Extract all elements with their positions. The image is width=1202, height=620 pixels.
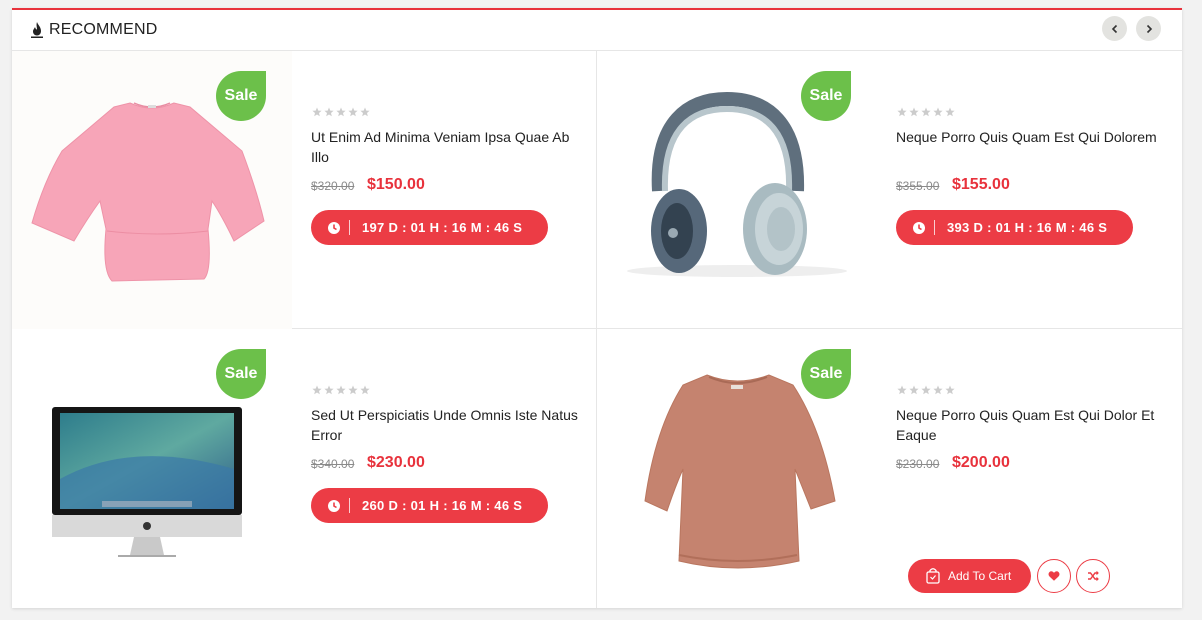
sale-badge: Sale (216, 349, 266, 399)
star-icon (921, 385, 931, 395)
star-icon (909, 107, 919, 117)
star-icon (348, 385, 358, 395)
star-icon (897, 107, 907, 117)
clock-icon (328, 222, 340, 234)
product-card: Sale Neque Porro Quis Quam Est Qui Dolor… (597, 329, 1181, 607)
wishlist-button[interactable] (1037, 559, 1071, 593)
star-icon (336, 385, 346, 395)
old-price: $320.00 (311, 179, 355, 193)
countdown-value: 260 D : 01 H : 16 M : 46 S (362, 498, 523, 513)
sale-badge: Sale (801, 349, 851, 399)
product-name[interactable]: Sed Ut Perspiciatis Unde Omnis Iste Natu… (311, 405, 581, 445)
countdown-value: 393 D : 01 H : 16 M : 46 S (947, 220, 1108, 235)
star-icon (933, 107, 943, 117)
carousel-prev-button[interactable] (1102, 16, 1127, 41)
countdown-timer: 197 D : 01 H : 16 M : 46 S (311, 210, 548, 245)
clock-icon (913, 222, 925, 234)
compare-button[interactable] (1076, 559, 1110, 593)
recommend-panel: RECOMMEND Sale Ut Enim Ad Minima Veniam … (12, 8, 1182, 608)
star-icon (312, 107, 322, 117)
clock-icon (328, 500, 340, 512)
add-to-cart-button[interactable]: Add To Cart (908, 559, 1031, 593)
timer-divider (349, 220, 350, 235)
old-price: $340.00 (311, 457, 355, 471)
star-icon (336, 107, 346, 117)
sale-badge: Sale (216, 71, 266, 121)
star-icon (312, 385, 322, 395)
product-card: Sale Ut Enim Ad Minima Veniam Ipsa Quae … (12, 51, 596, 329)
star-icon (897, 385, 907, 395)
countdown-value: 197 D : 01 H : 16 M : 46 S (362, 220, 523, 235)
sale-price: $150.00 (367, 176, 425, 193)
shuffle-icon (1088, 571, 1099, 581)
rating-stars (312, 385, 370, 395)
old-price: $355.00 (896, 179, 940, 193)
product-name[interactable]: Ut Enim Ad Minima Veniam Ipsa Quae Ab Il… (311, 127, 581, 167)
old-price: $230.00 (896, 457, 940, 471)
product-name[interactable]: Neque Porro Quis Quam Est Qui Dolorem (896, 127, 1166, 147)
rating-stars (312, 107, 370, 117)
product-card: Sale Neque Porro Quis Quam Est Qui Dolor… (597, 51, 1181, 329)
product-card: Sale Sed Ut Perspiciatis Unde Omnis Iste… (12, 329, 596, 607)
section-title: RECOMMEND (49, 21, 158, 38)
heart-icon (1048, 571, 1060, 581)
star-icon (909, 385, 919, 395)
star-icon (348, 107, 358, 117)
carousel-next-button[interactable] (1136, 16, 1161, 41)
sale-price: $200.00 (952, 454, 1010, 471)
star-icon (945, 385, 955, 395)
countdown-timer: 393 D : 01 H : 16 M : 46 S (896, 210, 1133, 245)
fire-icon (31, 22, 43, 38)
add-to-cart-label: Add To Cart (948, 569, 1012, 583)
shopping-bag-icon (926, 568, 940, 584)
star-icon (933, 385, 943, 395)
product-name[interactable]: Neque Porro Quis Quam Est Qui Dolor Et E… (896, 405, 1166, 445)
star-icon (945, 107, 955, 117)
timer-divider (934, 220, 935, 235)
chevron-right-icon (1146, 24, 1152, 33)
sale-price: $230.00 (367, 454, 425, 471)
star-icon (921, 107, 931, 117)
star-icon (324, 385, 334, 395)
star-icon (360, 107, 370, 117)
chevron-left-icon (1111, 24, 1117, 33)
star-icon (360, 385, 370, 395)
sale-badge: Sale (801, 71, 851, 121)
countdown-timer: 260 D : 01 H : 16 M : 46 S (311, 488, 548, 523)
star-icon (324, 107, 334, 117)
rating-stars (897, 107, 955, 117)
timer-divider (349, 498, 350, 513)
section-header: RECOMMEND (12, 10, 1182, 51)
rating-stars (897, 385, 955, 395)
sale-price: $155.00 (952, 176, 1010, 193)
